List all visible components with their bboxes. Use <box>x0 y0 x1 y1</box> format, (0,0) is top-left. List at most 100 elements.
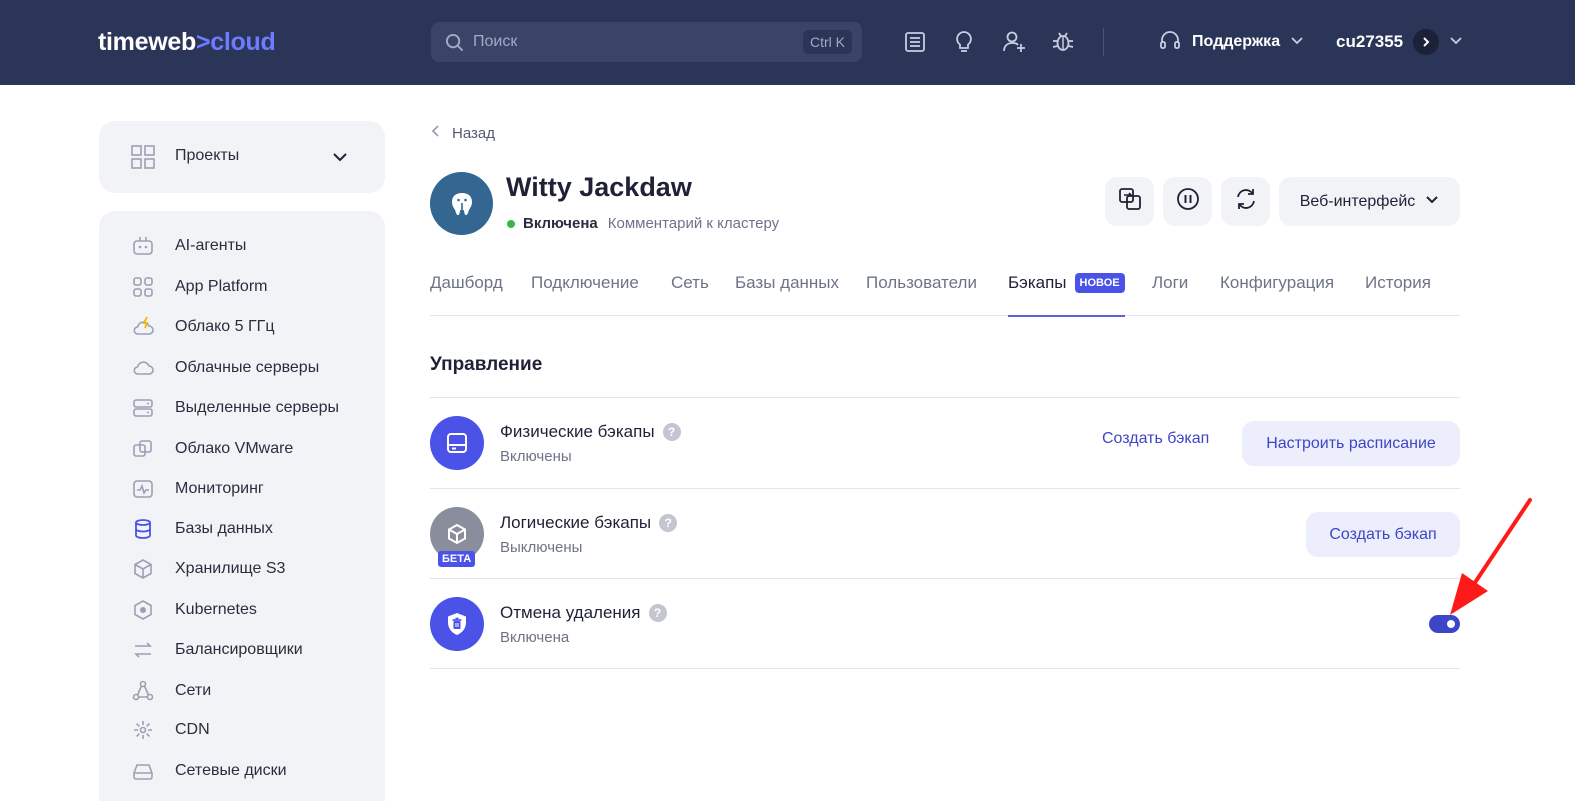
sidebar-item-balancers[interactable]: Балансировщики <box>99 632 385 668</box>
row-subtitle: Включена <box>500 629 570 646</box>
tab-backups-label: Бэкапы <box>1008 273 1067 292</box>
tab-network[interactable]: Сеть <box>671 273 709 316</box>
sidebar-item-label: CDN <box>175 721 210 738</box>
back-label: Назад <box>452 124 495 142</box>
sidebar-item-monitoring[interactable]: Мониторинг <box>99 471 385 507</box>
postgresql-icon <box>430 172 493 235</box>
logo-separator: > <box>195 28 211 56</box>
grid-icon <box>131 145 155 174</box>
annotation-arrow <box>1450 498 1532 615</box>
header-divider <box>1103 28 1104 56</box>
sidebar-item-label: Облако 5 ГГц <box>175 318 275 335</box>
add-user-icon[interactable] <box>1001 29 1027 55</box>
sidebar-item-databases[interactable]: Базы данных <box>99 511 385 547</box>
search-icon <box>445 33 464 57</box>
account-menu[interactable]: cu27355 <box>1336 28 1463 56</box>
help-icon[interactable]: ? <box>662 423 681 441</box>
status-text: Включена <box>523 215 598 232</box>
pause-button[interactable] <box>1163 177 1212 226</box>
tab-dashboard[interactable]: Дашборд <box>430 273 503 316</box>
row-title: Физические бэкапы? <box>500 422 681 442</box>
undo-delete-title: Отмена удаления <box>500 603 641 622</box>
section-title: Управление <box>430 354 543 375</box>
sidebar-item-label: Базы данных <box>175 520 273 537</box>
physical-backups-title: Физические бэкапы <box>500 422 655 441</box>
news-icon[interactable] <box>902 29 928 55</box>
sidebar-item-cloud-5ghz[interactable]: Облако 5 ГГц <box>99 309 385 345</box>
undo-delete-row: Отмена удаления? Включена <box>430 578 1460 669</box>
create-backup-button[interactable]: Создать бэкап <box>1306 512 1460 557</box>
pause-icon <box>1176 187 1200 216</box>
back-link[interactable]: Назад <box>430 124 495 142</box>
chevron-down-icon <box>332 150 348 169</box>
page-title: Witty Jackdaw <box>506 172 692 202</box>
sidebar-item-label: Сети <box>175 682 212 699</box>
monitor-icon <box>132 478 154 500</box>
sidebar-item-network-disks[interactable]: Сетевые диски <box>99 753 385 789</box>
search-input[interactable] <box>473 22 773 62</box>
logo-main: timeweb <box>98 28 196 56</box>
arrows-icon <box>132 639 154 661</box>
tab-connection[interactable]: Подключение <box>531 273 639 316</box>
projects-selector[interactable]: Проекты <box>99 121 385 193</box>
cluster-comment-link[interactable]: Комментарий к кластеру <box>608 215 779 232</box>
sidebar-nav: AI-агенты App Platform Облако 5 ГГц Обла… <box>99 211 385 801</box>
shield-trash-icon <box>430 597 484 651</box>
sidebar-item-vmware[interactable]: Облако VMware <box>99 431 385 467</box>
beta-badge: БЕТА <box>438 551 476 567</box>
support-menu[interactable]: Поддержка <box>1158 28 1304 56</box>
refresh-icon <box>1234 187 1258 216</box>
sidebar-item-dedicated-servers[interactable]: Выделенные серверы <box>99 390 385 426</box>
logo[interactable]: timeweb>cloud <box>98 28 276 57</box>
sidebar-item-label: Мониторинг <box>175 480 264 497</box>
chevron-down-icon <box>1290 33 1304 52</box>
tab-history[interactable]: История <box>1365 273 1431 316</box>
row-subtitle: Включены <box>500 448 572 465</box>
physical-backups-row: Физические бэкапы? Включены Создать бэка… <box>430 397 1460 488</box>
search-box[interactable]: Ctrl K <box>431 22 862 62</box>
disk-icon <box>132 760 154 782</box>
row-title: Отмена удаления? <box>500 603 667 623</box>
web-interface-button[interactable]: Веб-интерфейс <box>1279 177 1460 226</box>
kubernetes-icon <box>132 599 154 621</box>
sidebar-item-s3[interactable]: Хранилище S3 <box>99 551 385 587</box>
row-subtitle: Выключены <box>500 539 583 556</box>
web-interface-label: Веб-интерфейс <box>1299 192 1416 210</box>
row-title: Логические бэкапы? <box>500 513 678 533</box>
help-icon[interactable]: ? <box>648 604 667 622</box>
tab-users[interactable]: Пользователи <box>866 273 977 316</box>
logo-accent: cloud <box>210 28 276 56</box>
sidebar-item-kubernetes[interactable]: Kubernetes <box>99 592 385 628</box>
tab-configuration[interactable]: Конфигурация <box>1220 273 1334 316</box>
chevron-right-icon <box>1413 29 1440 55</box>
sidebar-item-cdn[interactable]: CDN <box>99 712 385 748</box>
sidebar-item-label: Облако VMware <box>175 440 294 457</box>
support-label: Поддержка <box>1192 33 1281 50</box>
configure-schedule-button[interactable]: Настроить расписание <box>1242 421 1460 466</box>
tab-backups[interactable]: Бэкапы НОВОЕ <box>1008 273 1125 317</box>
bug-icon[interactable] <box>1050 29 1076 55</box>
tab-logs[interactable]: Логи <box>1152 273 1188 316</box>
sidebar-item-cloud-servers[interactable]: Облачные серверы <box>99 350 385 386</box>
robot-icon <box>132 235 154 257</box>
sidebar-item-ai-agents[interactable]: AI-агенты <box>99 228 385 264</box>
top-bar: timeweb>cloud Ctrl K Поддержка cu27355 <box>0 0 1575 85</box>
cloud-icon <box>132 357 154 379</box>
sidebar-item-label: Выделенные серверы <box>175 399 340 416</box>
drive-icon <box>430 416 484 470</box>
lightbulb-icon[interactable] <box>951 29 977 55</box>
cdn-icon <box>132 719 154 741</box>
headset-icon <box>1158 28 1182 57</box>
restart-button[interactable] <box>1221 177 1270 226</box>
tab-databases[interactable]: Базы данных <box>735 273 839 316</box>
sidebar-item-networks[interactable]: Сети <box>99 673 385 709</box>
clone-icon <box>1118 187 1142 216</box>
tab-bar: Дашборд Подключение Сеть Базы данных Пол… <box>430 262 1460 317</box>
help-icon[interactable]: ? <box>659 514 678 532</box>
sidebar-item-app-platform[interactable]: App Platform <box>99 269 385 305</box>
chevron-down-icon <box>1449 32 1463 52</box>
clone-button[interactable] <box>1105 177 1154 226</box>
create-backup-link[interactable]: Создать бэкап <box>1102 430 1209 448</box>
server-icon <box>132 397 154 419</box>
chevron-left-icon <box>430 124 440 142</box>
